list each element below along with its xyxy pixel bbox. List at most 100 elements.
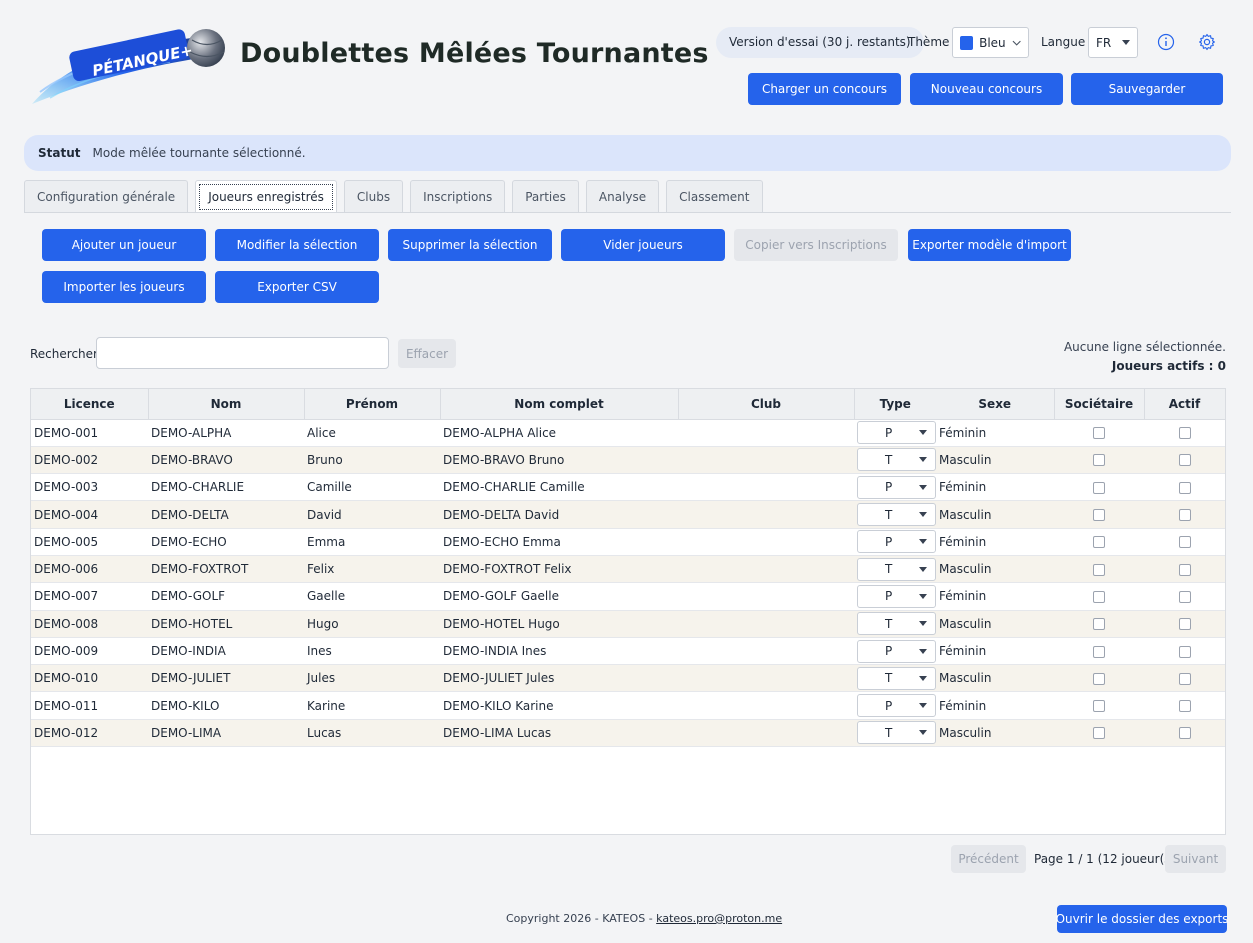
type-value: T bbox=[885, 671, 893, 686]
cell-club bbox=[678, 473, 854, 502]
table-row[interactable]: DEMO-005 DEMO-ECHO Emma DEMO-ECHO Emma P Fémi… bbox=[31, 528, 1225, 556]
export-template-button[interactable]: Exporter modèle d'import bbox=[908, 229, 1071, 261]
type-select[interactable]: P bbox=[857, 421, 936, 445]
clear-search-button[interactable]: Effacer bbox=[398, 339, 456, 368]
actif-checkbox[interactable] bbox=[1178, 509, 1191, 522]
type-select[interactable]: P bbox=[857, 530, 936, 554]
societaire-checkbox[interactable] bbox=[1093, 590, 1105, 603]
type-select[interactable]: P bbox=[857, 475, 936, 499]
type-value: T bbox=[885, 452, 893, 467]
export-csv-button[interactable]: Exporter CSV bbox=[215, 271, 379, 303]
prev-page-button[interactable]: Précédent bbox=[951, 845, 1026, 873]
type-select[interactable]: T bbox=[857, 557, 936, 581]
tab-general-config[interactable]: Configuration générale bbox=[24, 180, 189, 213]
language-select[interactable]: FR bbox=[1088, 27, 1138, 58]
cell-actif bbox=[1144, 582, 1225, 611]
type-select[interactable]: T bbox=[857, 612, 936, 636]
actif-checkbox[interactable] bbox=[1178, 645, 1191, 658]
edit-selection-button[interactable]: Modifier la sélection bbox=[215, 229, 379, 261]
actif-checkbox[interactable] bbox=[1178, 454, 1191, 467]
next-page-button[interactable]: Suivant bbox=[1165, 845, 1226, 873]
cell-nom-complet: DEMO-BRAVO Bruno bbox=[440, 446, 678, 475]
societaire-checkbox[interactable] bbox=[1093, 509, 1105, 522]
type-select[interactable]: P bbox=[857, 639, 936, 663]
info-icon[interactable] bbox=[1155, 31, 1177, 53]
cell-nom: DEMO-JULIET bbox=[148, 664, 304, 693]
delete-selection-button[interactable]: Supprimer la sélection bbox=[388, 229, 552, 261]
type-select[interactable]: P bbox=[857, 584, 936, 608]
table-row[interactable]: DEMO-003 DEMO-CHARLIE Camille DEMO-CHARLIE … bbox=[31, 473, 1225, 502]
new-contest-button[interactable]: Nouveau concours bbox=[910, 73, 1063, 105]
societaire-checkbox[interactable] bbox=[1093, 645, 1105, 658]
type-select[interactable]: T bbox=[857, 448, 936, 472]
save-button[interactable]: Sauvegarder bbox=[1071, 73, 1223, 105]
actif-checkbox[interactable] bbox=[1178, 727, 1191, 740]
copy-to-registrations-button[interactable]: Copier vers Inscriptions bbox=[734, 229, 898, 261]
open-exports-folder-button[interactable]: Ouvrir le dossier des exports bbox=[1056, 905, 1228, 933]
table-row[interactable]: DEMO-001 DEMO-ALPHA Alice DEMO-ALPHA Alice P… bbox=[31, 419, 1225, 447]
societaire-checkbox[interactable] bbox=[1093, 563, 1105, 576]
theme-select[interactable]: Bleu bbox=[952, 27, 1029, 58]
societaire-checkbox[interactable] bbox=[1093, 536, 1105, 549]
add-player-button[interactable]: Ajouter un joueur bbox=[42, 229, 206, 261]
actif-checkbox[interactable] bbox=[1178, 536, 1191, 549]
societaire-checkbox[interactable] bbox=[1093, 427, 1105, 440]
col-header-prenom[interactable]: Prénom bbox=[304, 389, 441, 420]
tab-games[interactable]: Parties bbox=[512, 180, 579, 213]
col-header-nom-complet[interactable]: Nom complet bbox=[440, 389, 679, 420]
societaire-checkbox[interactable] bbox=[1093, 481, 1105, 494]
col-header-type[interactable]: Type bbox=[854, 389, 936, 420]
table-row[interactable]: DEMO-011 DEMO-KILO Karine DEMO-KILO Karine P… bbox=[31, 691, 1225, 720]
societaire-checkbox[interactable] bbox=[1093, 700, 1105, 713]
table-row[interactable]: DEMO-004 DEMO-DELTA David DEMO-DELTA David T… bbox=[31, 500, 1225, 529]
societaire-checkbox[interactable] bbox=[1093, 727, 1105, 740]
type-select[interactable]: P bbox=[857, 694, 936, 718]
type-select[interactable]: T bbox=[857, 666, 936, 690]
type-select[interactable]: T bbox=[857, 503, 936, 527]
contact-email-link[interactable]: kateos.pro@proton.me bbox=[656, 912, 782, 925]
col-header-club[interactable]: Club bbox=[678, 389, 855, 420]
load-contest-button[interactable]: Charger un concours bbox=[748, 73, 901, 105]
cell-societaire bbox=[1054, 637, 1144, 666]
cell-type: P bbox=[854, 419, 936, 447]
col-header-nom[interactable]: Nom bbox=[148, 389, 305, 420]
actif-checkbox[interactable] bbox=[1178, 590, 1191, 603]
type-select[interactable]: T bbox=[857, 721, 936, 745]
tab-registrations[interactable]: Inscriptions bbox=[410, 180, 506, 213]
table-row[interactable]: DEMO-007 DEMO-GOLF Gaelle DEMO-GOLF Gaelle P… bbox=[31, 582, 1225, 611]
search-input[interactable] bbox=[96, 337, 389, 369]
cell-licence: DEMO-009 bbox=[31, 637, 148, 666]
cell-club bbox=[678, 637, 854, 666]
societaire-checkbox[interactable] bbox=[1093, 672, 1105, 685]
import-players-button[interactable]: Importer les joueurs bbox=[42, 271, 206, 303]
tab-registered-players[interactable]: Joueurs enregistrés bbox=[195, 180, 337, 213]
table-row[interactable]: DEMO-008 DEMO-HOTEL Hugo DEMO-HOTEL Hugo T Ma… bbox=[31, 610, 1225, 638]
actif-checkbox[interactable] bbox=[1178, 427, 1191, 440]
tab-clubs[interactable]: Clubs bbox=[343, 180, 404, 213]
cell-actif bbox=[1144, 691, 1225, 720]
table-row[interactable]: DEMO-009 DEMO-INDIA Ines DEMO-INDIA Ines P Fé… bbox=[31, 637, 1225, 666]
actif-checkbox[interactable] bbox=[1178, 700, 1191, 713]
cell-type: T bbox=[854, 719, 936, 748]
tab-analysis[interactable]: Analyse bbox=[585, 180, 660, 213]
table-row[interactable]: DEMO-002 DEMO-BRAVO Bruno DEMO-BRAVO Bruno T… bbox=[31, 446, 1225, 475]
type-value: P bbox=[885, 698, 893, 713]
societaire-checkbox[interactable] bbox=[1093, 618, 1105, 631]
col-header-actif[interactable]: Actif bbox=[1144, 389, 1225, 420]
actif-checkbox[interactable] bbox=[1178, 618, 1191, 631]
tab-ranking[interactable]: Classement bbox=[666, 180, 763, 213]
cell-type: T bbox=[854, 446, 936, 475]
table-row[interactable]: DEMO-006 DEMO-FOXTROT Felix DEMO-FOXTROT Fe… bbox=[31, 555, 1225, 584]
cell-prenom: Camille bbox=[304, 473, 440, 502]
actif-checkbox[interactable] bbox=[1178, 672, 1191, 685]
clear-players-button[interactable]: Vider joueurs bbox=[561, 229, 725, 261]
col-header-sexe[interactable]: Sexe bbox=[936, 389, 1055, 420]
gear-icon[interactable] bbox=[1196, 31, 1218, 53]
societaire-checkbox[interactable] bbox=[1093, 454, 1105, 467]
table-row[interactable]: DEMO-012 DEMO-LIMA Lucas DEMO-LIMA Lucas T Ma… bbox=[31, 719, 1225, 748]
actif-checkbox[interactable] bbox=[1178, 563, 1191, 576]
actif-checkbox[interactable] bbox=[1178, 481, 1191, 494]
col-header-societaire[interactable]: Sociétaire bbox=[1054, 389, 1145, 420]
col-header-licence[interactable]: Licence bbox=[31, 389, 149, 420]
table-row[interactable]: DEMO-010 DEMO-JULIET Jules DEMO-JULIET Jule… bbox=[31, 664, 1225, 693]
